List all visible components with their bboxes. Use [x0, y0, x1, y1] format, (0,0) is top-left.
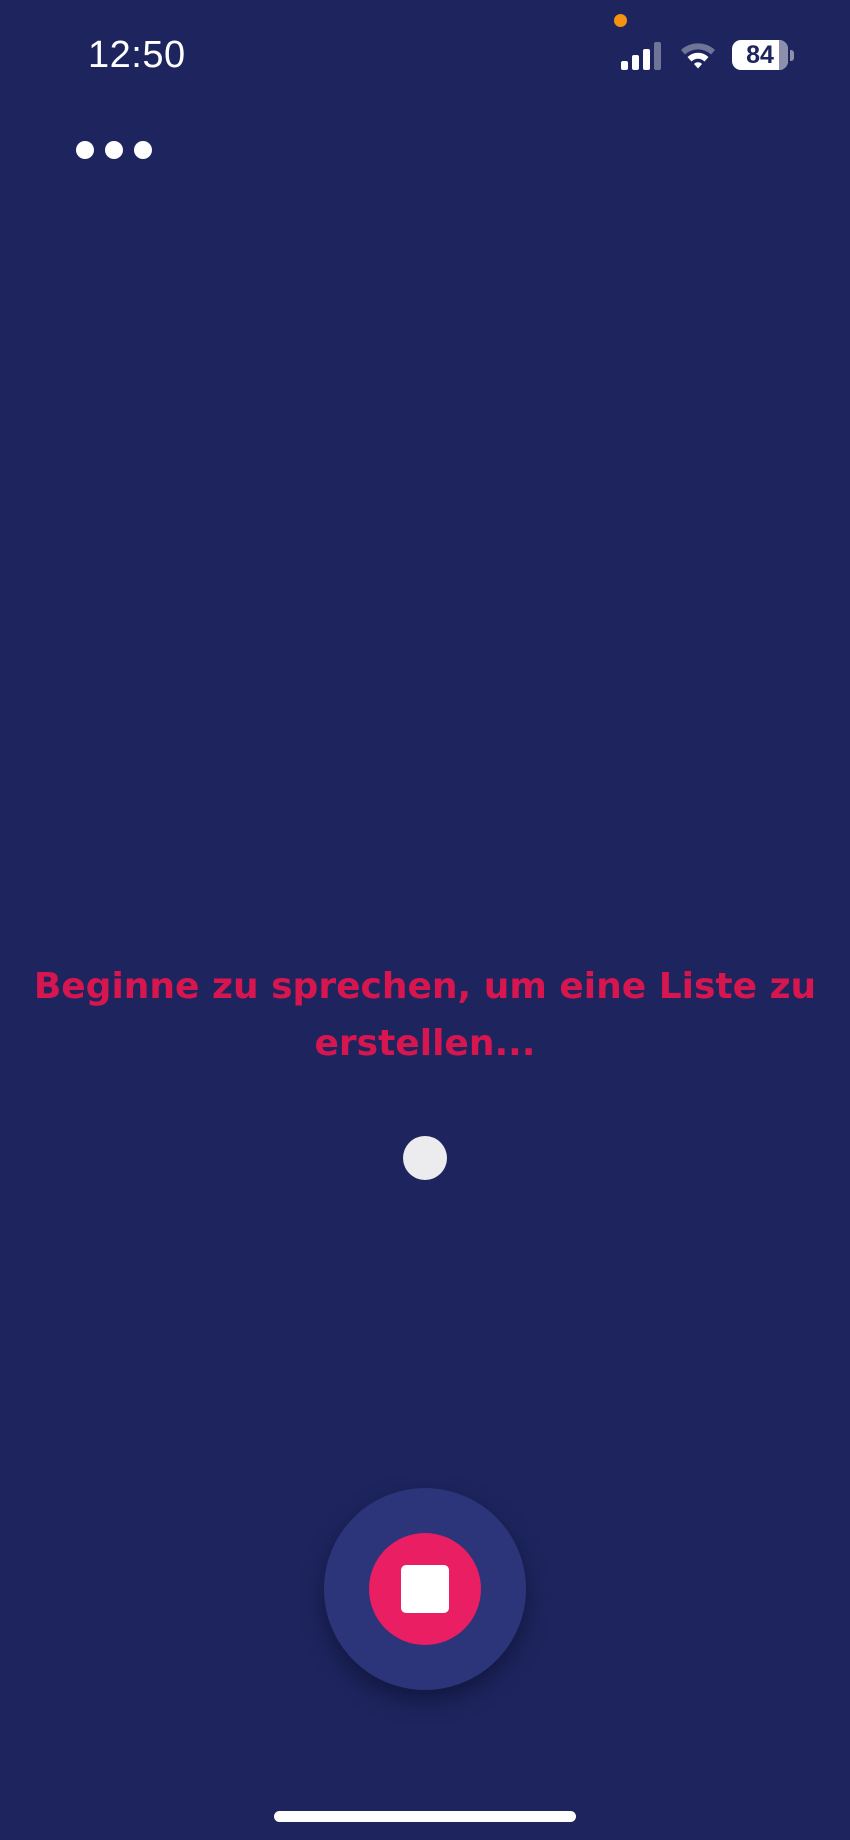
battery-icon: 84: [732, 40, 794, 72]
wifi-icon: [681, 43, 715, 69]
battery-body: 84: [732, 40, 788, 70]
status-time: 12:50: [88, 34, 186, 76]
privacy-indicator-dot: [614, 14, 627, 27]
more-horizontal-icon-dot: [105, 141, 123, 159]
status-bar: 12:50 84: [0, 0, 850, 110]
more-horizontal-icon-dot: [76, 141, 94, 159]
cellular-signal-icon: [621, 42, 661, 70]
battery-level: 84: [746, 41, 774, 69]
stop-icon: [401, 1565, 449, 1613]
stop-recording-button-inner: [369, 1533, 481, 1645]
speech-prompt-text: Beginne zu sprechen, um eine Liste zu er…: [33, 966, 817, 1064]
home-indicator[interactable]: [274, 1811, 576, 1822]
more-options-button[interactable]: [70, 130, 162, 170]
screen: 12:50 84 Beginne zu sprechen, um eine Li…: [0, 0, 850, 1840]
stop-recording-button[interactable]: [324, 1488, 526, 1690]
more-horizontal-icon-dot: [134, 141, 152, 159]
battery-cap: [790, 50, 794, 61]
listening-indicator-dot: [403, 1136, 447, 1180]
